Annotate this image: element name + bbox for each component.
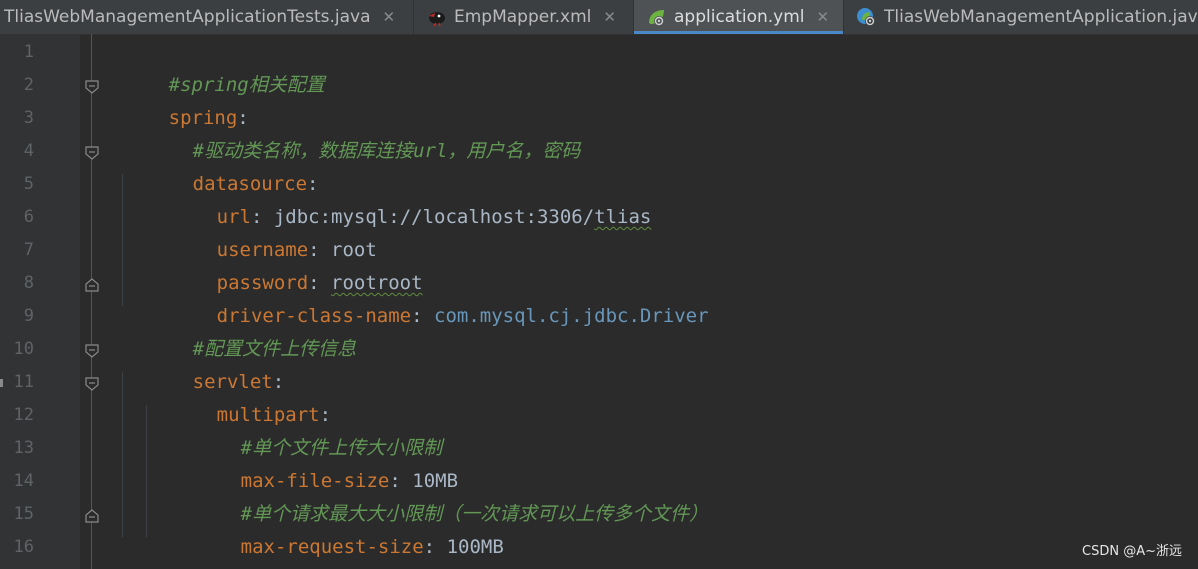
spring-yaml-icon xyxy=(649,10,664,26)
colon: : xyxy=(411,305,434,327)
tab-application-yml[interactable]: application.yml ✕ xyxy=(634,0,843,34)
line-number: 1 xyxy=(23,42,34,62)
fold-open-icon[interactable] xyxy=(84,145,100,161)
close-icon[interactable]: ✕ xyxy=(817,8,830,26)
line-number: 7 xyxy=(23,240,34,260)
code-line-12: #单个文件上传大小限制 xyxy=(172,399,442,459)
line-number: 11 xyxy=(13,372,34,392)
code-line-5: url: jdbc:mysql://localhost:3306/tlias xyxy=(148,168,652,228)
tab-empmapper[interactable]: EmpMapper.xml ✕ xyxy=(414,0,632,34)
fold-open-icon[interactable] xyxy=(84,343,100,359)
code-line-8: driver-class-name: com.mysql.cj.jdbc.Dri… xyxy=(148,267,709,327)
tab-label: TliasWebManagementApplicationTests.java xyxy=(4,7,371,27)
line-number: 12 xyxy=(13,405,34,425)
code-line-4: datasource: xyxy=(124,135,319,195)
code-line-6: username: root xyxy=(148,201,377,261)
line-number: 16 xyxy=(13,537,34,557)
yaml-value: 100MB xyxy=(446,536,504,558)
line-number: 13 xyxy=(13,438,34,458)
line-number: 8 xyxy=(23,273,34,293)
close-icon[interactable]: ✕ xyxy=(383,8,396,26)
tab-tlias-tests[interactable]: TliasWebManagementApplicationTests.java … xyxy=(0,0,412,34)
line-number: 15 xyxy=(13,504,34,524)
code-line-7: password: rootroot xyxy=(148,234,423,294)
fold-open-icon[interactable] xyxy=(84,376,100,392)
line-number: 14 xyxy=(13,471,34,491)
code-line-11: multipart: xyxy=(148,366,331,426)
yaml-value-typo: tlias xyxy=(594,206,652,228)
line-number: 2 xyxy=(23,75,34,95)
code-editor[interactable]: 1 2 3 4 5 6 7 8 9 10 11 12 13 14 15 16 #… xyxy=(0,34,1198,569)
code-line-15: max-request-size: 100MB xyxy=(172,498,504,558)
colon: : xyxy=(423,536,447,558)
yaml-key: max-request-size xyxy=(240,536,424,558)
code-line-10: servlet: xyxy=(124,333,285,393)
spring-java-icon xyxy=(857,8,875,26)
indent-guide xyxy=(122,372,123,537)
line-number: 6 xyxy=(23,207,34,227)
fold-gutter-divider xyxy=(91,34,92,569)
code-line-3: #驱动类名称，数据库连接url，用户名，密码 xyxy=(124,102,581,162)
code-line-2: spring: xyxy=(100,69,249,129)
tab-label: TliasWebManagementApplication.java xyxy=(884,7,1198,27)
line-number: 9 xyxy=(23,306,34,326)
ide-window: TliasWebManagementApplicationTests.java … xyxy=(0,0,1198,569)
tab-tlias-application[interactable]: TliasWebManagementApplication.java xyxy=(844,0,1198,34)
fold-end-icon[interactable] xyxy=(84,508,100,524)
indent-guide xyxy=(122,174,123,306)
line-number: 4 xyxy=(23,141,34,161)
yaml-class-value: com.mysql.cj.jdbc.Driver xyxy=(434,305,709,327)
code-line-13: max-file-size: 10MB xyxy=(172,432,458,492)
tab-label: application.yml xyxy=(674,7,805,27)
line-number: 5 xyxy=(23,174,34,194)
line-number: 10 xyxy=(13,339,34,359)
line-number: 3 xyxy=(23,108,34,128)
fold-end-icon[interactable] xyxy=(84,277,100,293)
fold-open-icon[interactable] xyxy=(84,79,100,95)
code-line-14: #单个请求最大大小限制（一次请求可以上传多个文件） xyxy=(172,465,708,525)
watermark: CSDN @A~浙远 xyxy=(1082,544,1182,559)
code-line-1: #spring相关配置 xyxy=(100,36,325,96)
close-icon[interactable]: ✕ xyxy=(603,8,616,26)
editor-tab-bar: TliasWebManagementApplicationTests.java … xyxy=(0,0,1198,35)
code-line-9: #配置文件上传信息 xyxy=(124,300,356,360)
mybatis-bird-icon xyxy=(429,12,445,27)
tab-label: EmpMapper.xml xyxy=(454,7,592,27)
